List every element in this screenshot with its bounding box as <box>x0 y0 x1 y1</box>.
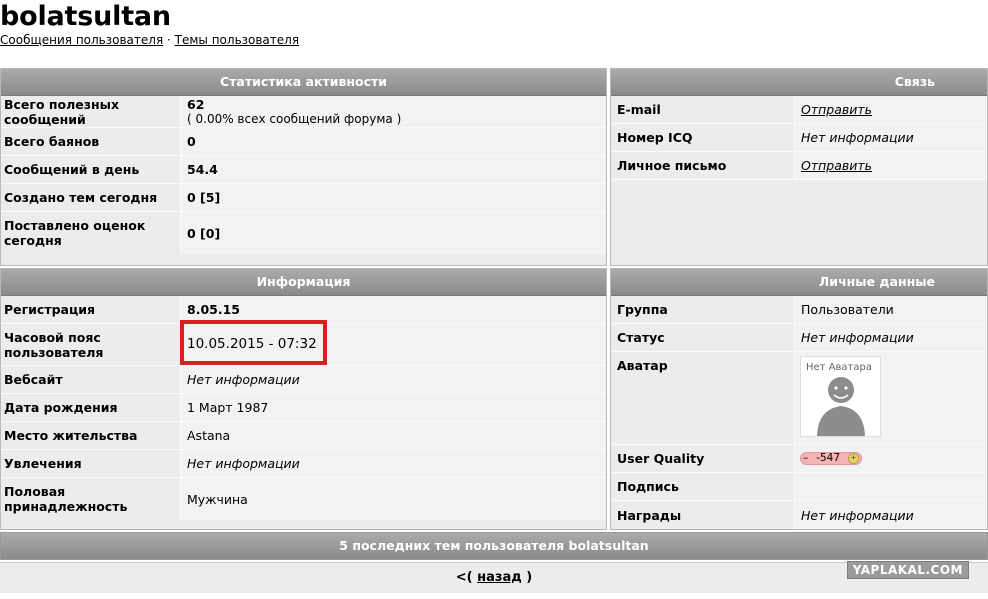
stats-label: Поставлено оценок сегодня <box>1 212 181 254</box>
info-row-registration: Регистрация 8.05.15 <box>1 296 606 324</box>
info-label: Место жительства <box>1 422 181 449</box>
stats-label: Всего баянов <box>1 128 181 155</box>
personal-row-status: Статус Нет информации <box>611 324 987 352</box>
personal-label: Награды <box>611 501 795 529</box>
personal-row-user-quality: User Quality – -547 + <box>611 445 987 473</box>
uq-plus-button[interactable]: + <box>848 453 859 464</box>
stats-value: 54.4 <box>181 156 606 183</box>
avatar: Нет Аватара <box>800 356 881 437</box>
stats-value: 0 [0] <box>181 212 606 254</box>
no-avatar-caption: Нет Аватара <box>806 362 872 373</box>
stats-value: 0 <box>181 128 606 155</box>
info-value: Astana <box>181 422 606 449</box>
pm-send-link[interactable]: Отправить <box>801 158 987 173</box>
personal-label: User Quality <box>611 445 795 472</box>
info-row-gender: Половая принадлежность Мужчина <box>1 478 606 520</box>
contact-row-icq: Номер ICQ Нет информации <box>611 124 987 152</box>
personal-label: Аватар <box>611 352 795 444</box>
contact-label: Личное письмо <box>611 152 795 179</box>
stats-row-ratings-today: Поставлено оценок сегодня 0 [0] <box>1 212 606 254</box>
info-value: 1 Март 1987 <box>181 394 606 421</box>
personal-value: Нет информации <box>795 501 987 529</box>
info-panel: Информация Регистрация 8.05.15 Часовой п… <box>0 268 607 530</box>
personal-value <box>795 473 987 500</box>
email-send-link[interactable]: Отправить <box>801 102 987 117</box>
info-label: Вебсайт <box>1 366 181 393</box>
back-link[interactable]: назад <box>477 570 522 585</box>
back-navigation: <( назад ) <box>0 562 988 593</box>
stats-label: Создано тем сегодня <box>1 184 181 211</box>
user-messages-link[interactable]: Сообщения пользователя <box>0 33 163 47</box>
back-prefix: <( <box>455 570 473 585</box>
contact-label: E-mail <box>611 96 795 123</box>
info-value: 10.05.2015 - 07:32 <box>181 324 606 365</box>
contact-header: Связь <box>611 69 987 96</box>
info-row-timezone: Часовой пояс пользователя 10.05.2015 - 0… <box>1 324 606 366</box>
personal-label: Подпись <box>611 473 795 500</box>
stats-value: 62 <box>187 96 205 112</box>
contact-value: Нет информации <box>795 124 987 151</box>
stats-label: Всего полезных сообщений <box>1 96 181 127</box>
username-title: bolatsultan <box>0 1 171 32</box>
info-label: Половая принадлежность <box>1 478 181 520</box>
links-separator: · <box>167 33 171 47</box>
user-links: Сообщения пользователя · Темы пользовате… <box>0 33 299 47</box>
contact-row-email: E-mail Отправить <box>611 96 987 124</box>
info-label: Регистрация <box>1 296 181 323</box>
personal-row-signature: Подпись <box>611 473 987 501</box>
info-row-interests: Увлечения Нет информации <box>1 450 606 478</box>
personal-row-awards: Награды Нет информации <box>611 501 987 529</box>
personal-row-avatar: Аватар Нет Аватара <box>611 352 987 445</box>
personal-label: Группа <box>611 296 795 323</box>
personal-value: Пользователи <box>795 296 987 323</box>
info-value: Мужчина <box>181 478 606 520</box>
personal-label: Статус <box>611 324 795 351</box>
back-suffix: ) <box>526 570 533 585</box>
site-watermark: YAPLAKAL.COM <box>846 561 969 579</box>
contact-row-pm: Личное письмо Отправить <box>611 152 987 180</box>
uq-minus-button[interactable]: – <box>803 451 808 466</box>
info-label: Часовой пояс пользователя <box>1 324 181 365</box>
stats-row-per-day: Сообщений в день 54.4 <box>1 156 606 184</box>
stats-row-bayans: Всего баянов 0 <box>1 128 606 156</box>
contact-panel: Связь E-mail Отправить Номер ICQ Нет инф… <box>610 68 988 266</box>
stats-row-useful: Всего полезных сообщений 62 ( 0.00% всех… <box>1 96 606 128</box>
stats-label: Сообщений в день <box>1 156 181 183</box>
uq-value: -547 <box>816 452 841 464</box>
personal-panel: Личные данные Группа Пользователи Статус… <box>610 268 988 530</box>
user-topics-link[interactable]: Темы пользователя <box>175 33 299 47</box>
stats-row-topics-today: Создано тем сегодня 0 [5] <box>1 184 606 212</box>
personal-row-group: Группа Пользователи <box>611 296 987 324</box>
contact-label: Номер ICQ <box>611 124 795 151</box>
info-label: Увлечения <box>1 450 181 477</box>
info-value: 8.05.15 <box>181 296 606 323</box>
stats-header: Статистика активности <box>1 69 606 96</box>
info-value: Нет информации <box>181 450 606 477</box>
info-label: Дата рождения <box>1 394 181 421</box>
info-value: Нет информации <box>181 366 606 393</box>
personal-header: Личные данные <box>611 269 987 296</box>
info-row-website: Вебсайт Нет информации <box>1 366 606 394</box>
stats-value: 0 [5] <box>181 184 606 211</box>
stats-panel: Статистика активности Всего полезных соо… <box>0 68 607 266</box>
info-row-location: Место жительства Astana <box>1 422 606 450</box>
personal-value: Нет информации <box>795 324 987 351</box>
info-row-birthday: Дата рождения 1 Март 1987 <box>1 394 606 422</box>
info-header: Информация <box>1 269 606 296</box>
user-quality-badge: – -547 + <box>800 452 862 465</box>
recent-topics-header: 5 последних тем пользователя bolatsultan <box>0 532 988 560</box>
stats-note: ( 0.00% всех сообщений форума ) <box>187 111 402 126</box>
